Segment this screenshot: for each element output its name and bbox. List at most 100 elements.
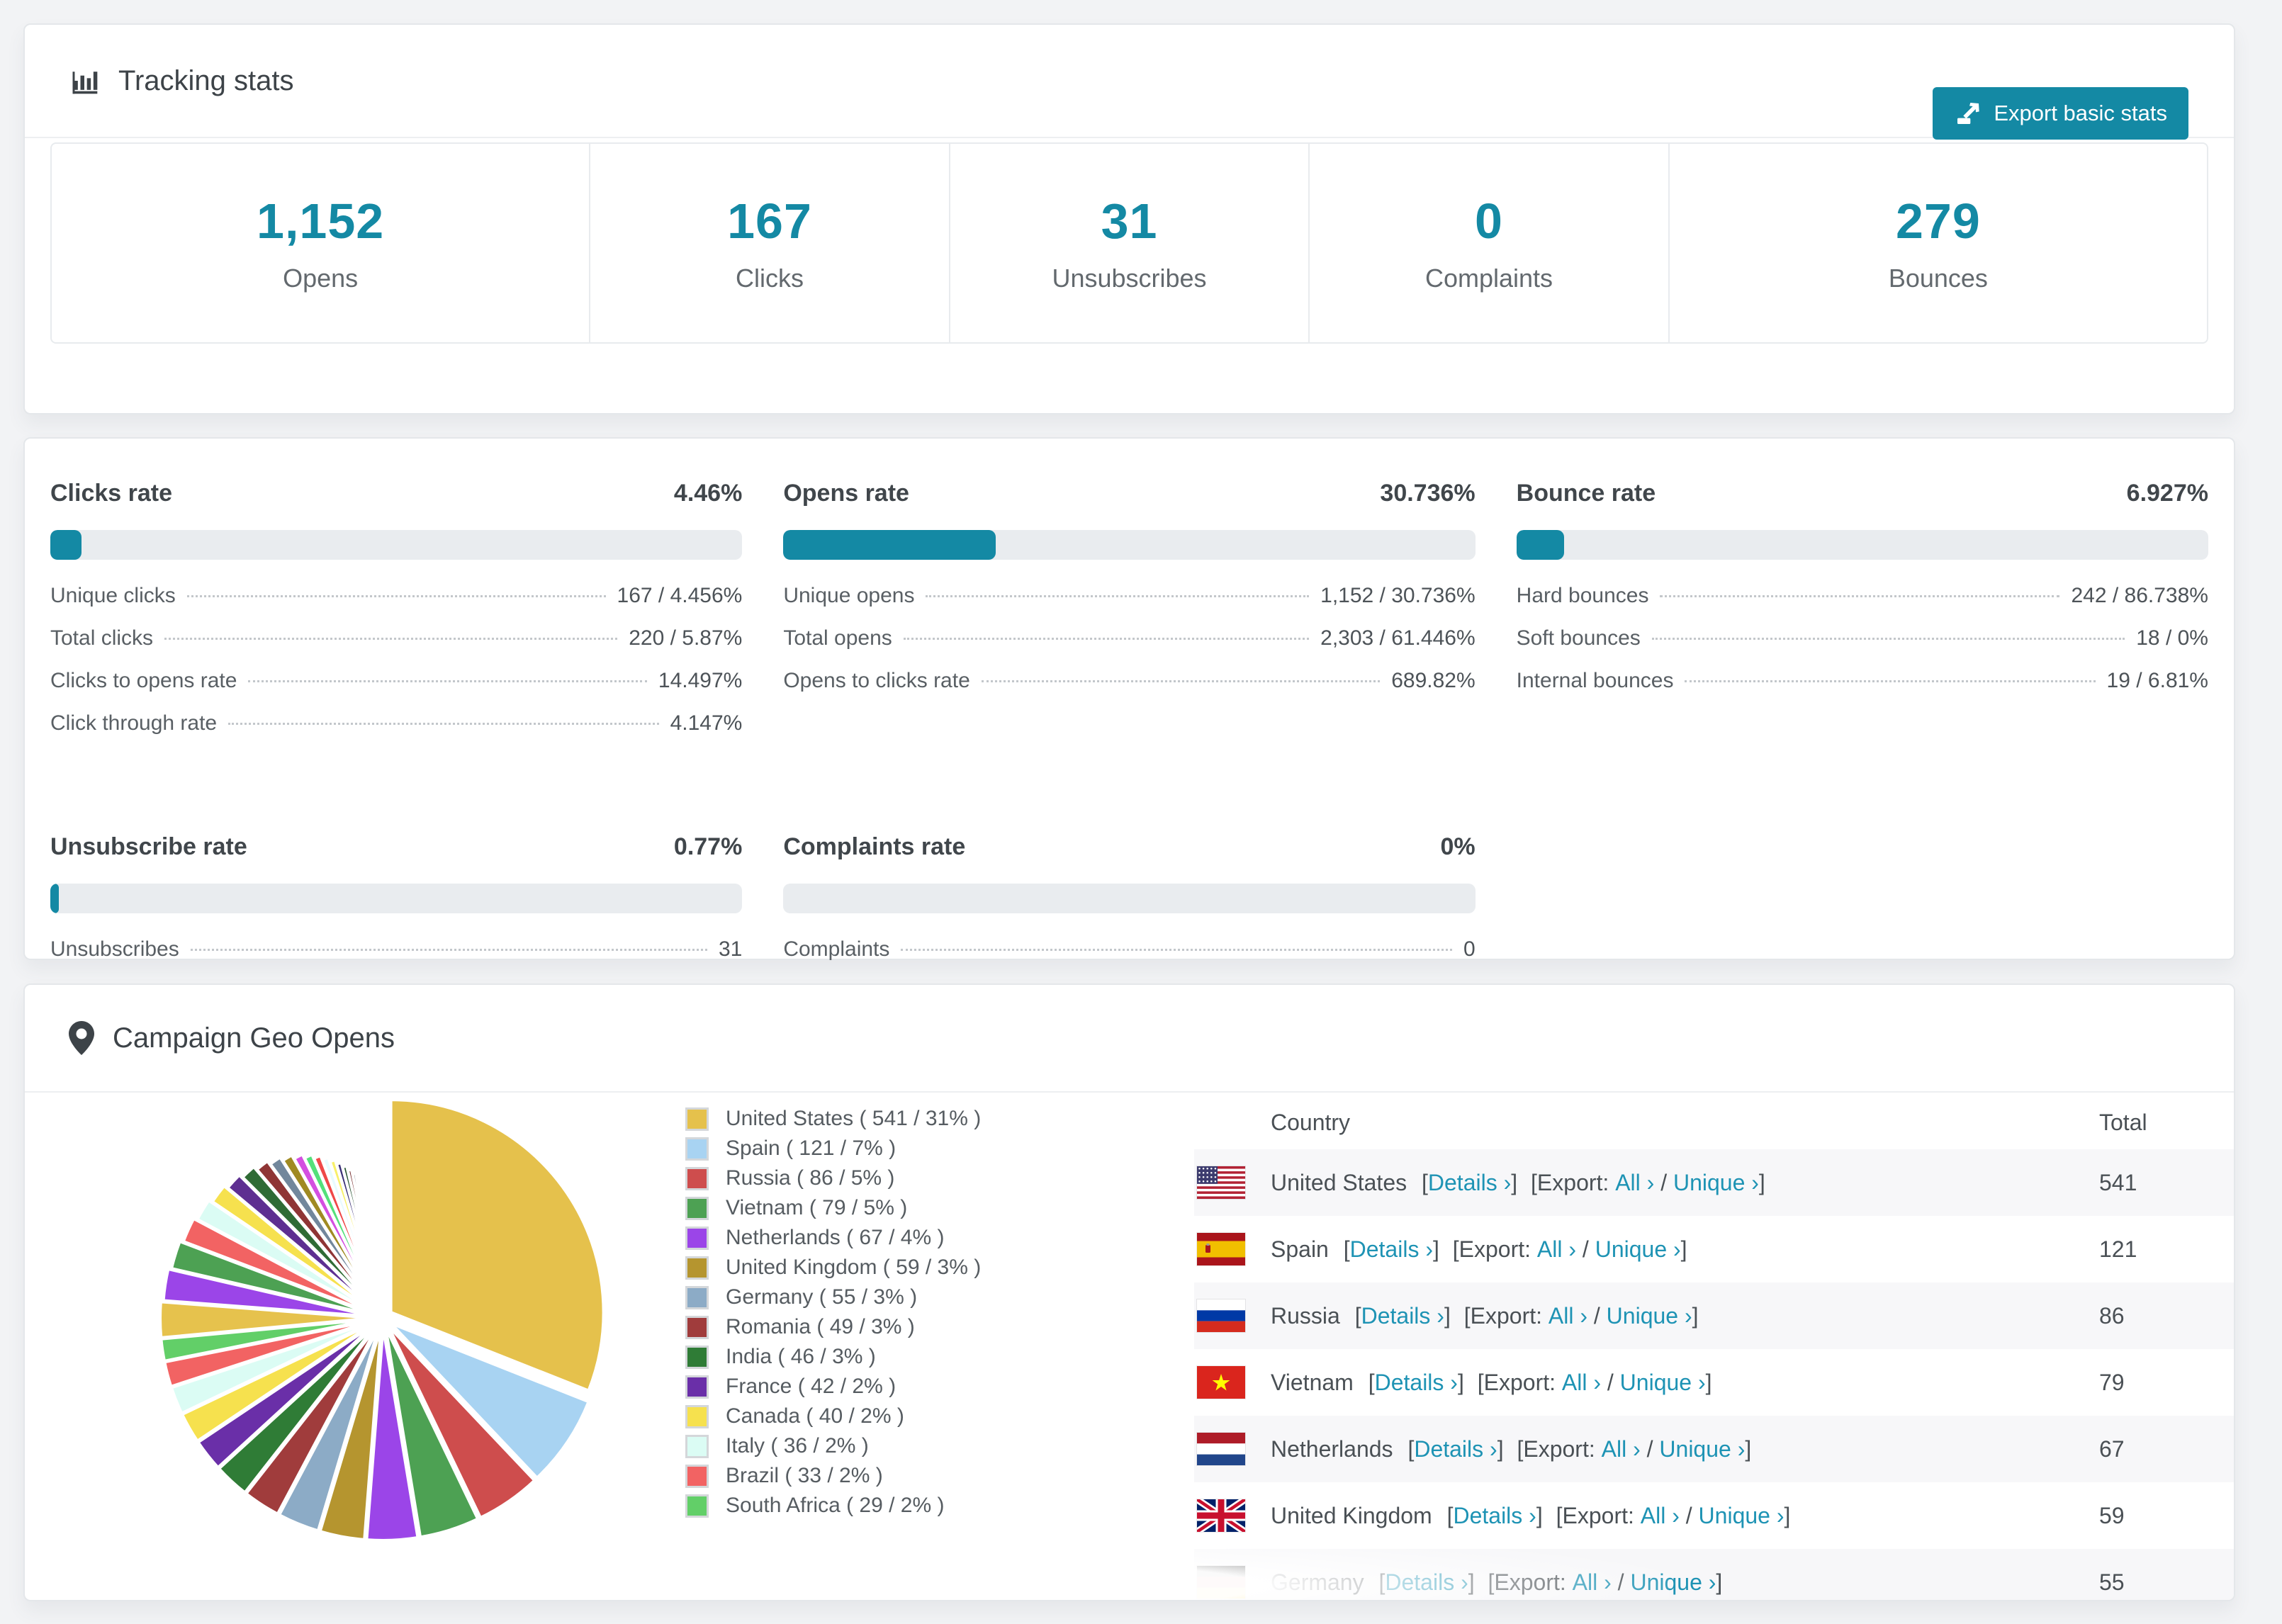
legend-item[interactable]: France ( 42 / 2% ) [685,1372,981,1402]
tracking-stats-card: Tracking stats Export basic stats 1,152 … [23,23,2235,415]
legend-country-name: Vietnam [726,1196,804,1219]
export-all-link[interactable]: All › [1573,1569,1612,1595]
stats-summary-row: 1,152 Opens 167 Clicks 31 Unsubscribes 0… [50,142,2208,344]
rate-value: 30.736% [1380,480,1476,507]
legend-item[interactable]: United Kingdom ( 59 / 3% ) [685,1253,981,1282]
details-link[interactable]: Details › [1361,1303,1444,1329]
legend-country-name: United Kingdom [726,1256,877,1279]
rate-detail-label: Soft bounces [1516,626,1641,650]
dotted-leader [190,949,707,951]
rate-detail-row: Click through rate 4.147% [50,711,742,754]
geo-table-row: United Kingdom [Details ›] [Export: All … [1194,1482,2234,1549]
tracking-stats-title: Tracking stats [118,64,294,96]
rate-value: 0% [1440,833,1476,860]
dotted-leader [164,638,618,640]
legend-country-name: United States [726,1107,854,1130]
export-all-link[interactable]: All › [1602,1436,1641,1462]
legend-country-stats: ( 49 / 3% ) [811,1315,915,1338]
rate-progress-fill [1516,530,1565,560]
rate-detail-label: Opens to clicks rate [783,669,970,692]
rate-block: Opens rate 30.736% Unique opens 1,152 / … [783,468,1476,754]
legend-item[interactable]: Vietnam ( 79 / 5% ) [685,1193,981,1223]
legend-swatch [685,1285,709,1309]
legend-item[interactable]: Italy ( 36 / 2% ) [685,1431,981,1461]
legend-country-stats: ( 36 / 2% ) [765,1434,869,1457]
export-unique-link[interactable]: Unique › [1595,1236,1681,1262]
legend-item[interactable]: Spain ( 121 / 7% ) [685,1134,981,1163]
legend-item[interactable]: Netherlands ( 67 / 4% ) [685,1223,981,1253]
country-name: Russia [1271,1302,1340,1329]
details-link[interactable]: Details › [1375,1370,1458,1395]
stat-label: Opens [283,264,359,293]
export-all-link[interactable]: All › [1537,1236,1576,1262]
rate-detail-label: Unique clicks [50,584,176,607]
rate-detail-value: 167 / 4.456% [617,584,743,607]
export-all-link[interactable]: All › [1615,1170,1654,1195]
dotted-leader [981,680,1381,682]
geo-table-row: Russia [Details ›] [Export: All › / Uniq… [1194,1282,2234,1349]
legend-country-stats: ( 46 / 3% ) [772,1345,876,1368]
country-name: Vietnam [1271,1369,1354,1395]
export-all-link[interactable]: All › [1641,1503,1680,1528]
export-icon [1957,103,1980,124]
geo-table-row: United States [Details ›] [Export: All ›… [1194,1149,2234,1216]
stat-box: 1,152 Opens [52,144,589,342]
export-unique-link[interactable]: Unique › [1620,1370,1706,1395]
rate-value: 0.77% [673,833,743,860]
legend-swatch [685,1107,709,1131]
rate-title: Complaints rate [783,833,966,860]
bar-chart-icon [69,65,100,96]
legend-country-name: France [726,1375,792,1398]
rate-title: Opens rate [783,480,909,507]
legend-swatch [685,1315,709,1339]
legend-item[interactable]: Canada ( 40 / 2% ) [685,1402,981,1431]
country-flag-icon [1197,1233,1245,1265]
export-unique-link[interactable]: Unique › [1630,1569,1716,1595]
details-link[interactable]: Details › [1350,1236,1433,1262]
legend-item[interactable]: Brazil ( 33 / 2% ) [685,1461,981,1491]
details-link[interactable]: Details › [1453,1503,1536,1528]
legend-item[interactable]: South Africa ( 29 / 2% ) [685,1491,981,1521]
rate-detail-row: Unique clicks 167 / 4.456% [50,584,742,626]
country-flag-icon [1197,1566,1245,1598]
rate-title: Unsubscribe rate [50,833,247,860]
export-basic-stats-button[interactable]: Export basic stats [1933,87,2188,140]
stat-box: 279 Bounces [1668,144,2207,342]
export-unique-link[interactable]: Unique › [1659,1436,1745,1462]
legend-item[interactable]: United States ( 541 / 31% ) [685,1104,981,1134]
legend-item[interactable]: Romania ( 49 / 3% ) [685,1312,981,1342]
legend-swatch [685,1434,709,1458]
geo-table-header-row: Country Total [1194,1095,2234,1149]
legend-swatch [685,1256,709,1280]
geo-body: United States ( 541 / 31% ) Spain ( 121 … [25,1093,2234,1600]
legend-swatch [685,1196,709,1220]
export-unique-link[interactable]: Unique › [1673,1170,1759,1195]
details-link[interactable]: Details › [1428,1170,1511,1195]
rate-detail-value: 19 / 6.81% [2106,669,2208,692]
export-all-link[interactable]: All › [1548,1303,1587,1329]
legend-item[interactable]: Germany ( 55 / 3% ) [685,1282,981,1312]
rate-detail-label: Internal bounces [1516,669,1674,692]
rate-detail-value: 4.147% [670,711,743,735]
stat-value: 279 [1895,193,1981,249]
export-all-link[interactable]: All › [1562,1370,1601,1395]
legend-country-stats: ( 541 / 31% ) [853,1107,982,1130]
export-unique-link[interactable]: Unique › [1699,1503,1784,1528]
rate-block: Unsubscribe rate 0.77% Unsubscribes 31 [50,822,743,980]
legend-country-stats: ( 42 / 2% ) [792,1375,896,1398]
dotted-leader [1660,595,2060,597]
details-link[interactable]: Details › [1414,1436,1497,1462]
rate-detail-label: Total opens [783,626,892,650]
legend-country-name: South Africa [726,1494,841,1517]
details-link[interactable]: Details › [1385,1569,1468,1595]
legend-country-name: India [726,1345,772,1368]
country-total: 55 [2099,1569,2125,1595]
legend-swatch [685,1404,709,1428]
legend-item[interactable]: India ( 46 / 3% ) [685,1342,981,1372]
geo-opens-pie-chart[interactable] [131,1093,670,1600]
country-name: United Kingdom [1271,1502,1432,1528]
country-total: 79 [2099,1369,2125,1395]
export-unique-link[interactable]: Unique › [1607,1303,1692,1329]
legend-country-stats: ( 33 / 2% ) [779,1464,883,1487]
legend-item[interactable]: Russia ( 86 / 5% ) [685,1163,981,1193]
